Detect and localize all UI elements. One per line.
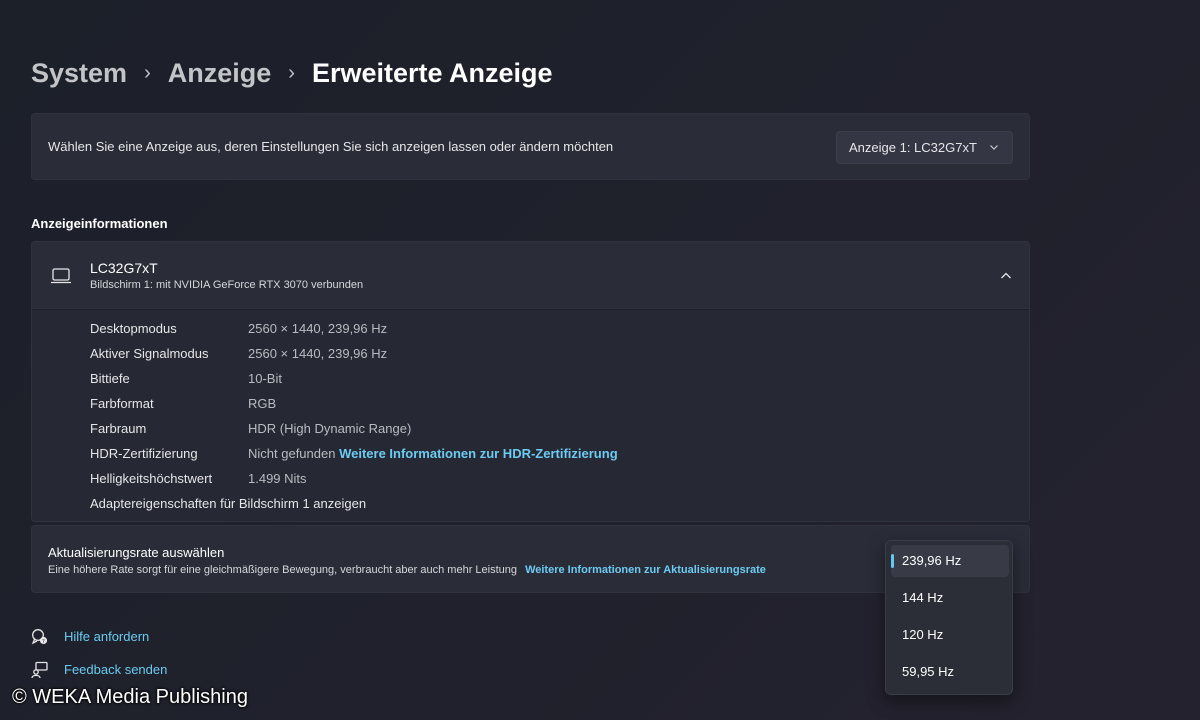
chevron-right-icon: › xyxy=(144,62,151,84)
svg-text:?: ? xyxy=(42,639,45,645)
section-title: Anzeigeinformationen xyxy=(31,216,168,231)
info-value: HDR (High Dynamic Range) xyxy=(248,421,412,436)
info-value: 1.499 Nits xyxy=(248,471,307,486)
monitor-info-details: Desktopmodus 2560 × 1440, 239,96 Hz Akti… xyxy=(31,309,1030,522)
refresh-rate-info-link[interactable]: Weitere Informationen zur Aktualisierung… xyxy=(525,564,766,576)
display-select-card: Wählen Sie eine Anzeige aus, deren Einst… xyxy=(31,113,1030,180)
refresh-rate-option[interactable]: 120 Hz xyxy=(891,619,1009,651)
refresh-rate-option[interactable]: 239,96 Hz xyxy=(891,545,1009,577)
feedback-link[interactable]: Feedback senden xyxy=(64,662,167,677)
hdr-info-link[interactable]: Weitere Informationen zur HDR-Zertifizie… xyxy=(339,446,618,461)
refresh-rate-description: Eine höhere Rate sorgt für eine gleichmä… xyxy=(48,564,766,576)
feedback-row[interactable]: Feedback senden xyxy=(31,661,167,679)
monitor-info-header[interactable]: LC32G7xT Bildschirm 1: mit NVIDIA GeForc… xyxy=(31,241,1030,309)
copyright-watermark: © WEKA Media Publishing xyxy=(12,686,248,708)
page-title: Erweiterte Anzeige xyxy=(311,58,553,88)
monitor-icon xyxy=(51,268,71,284)
refresh-rate-description-text: Eine höhere Rate sorgt für eine gleichmä… xyxy=(48,564,517,576)
info-key: Farbraum xyxy=(90,421,147,436)
info-value-with-link: Nicht gefunden Weitere Informationen zur… xyxy=(248,446,618,461)
help-link[interactable]: Hilfe anfordern xyxy=(64,629,149,644)
info-key: Helligkeitshöchstwert xyxy=(90,471,213,486)
info-value: 2560 × 1440, 239,96 Hz xyxy=(248,346,388,361)
refresh-rate-option[interactable]: 59,95 Hz xyxy=(891,656,1009,688)
display-select-label: Wählen Sie eine Anzeige aus, deren Einst… xyxy=(48,139,614,154)
chevron-down-icon xyxy=(990,145,998,150)
feedback-icon xyxy=(31,661,48,679)
monitor-name: LC32G7xT xyxy=(90,260,158,276)
info-value: RGB xyxy=(248,396,277,411)
info-value: 10-Bit xyxy=(248,371,282,386)
info-value: 2560 × 1440, 239,96 Hz xyxy=(248,321,388,336)
info-key: Desktopmodus xyxy=(90,321,177,336)
info-key: Farbformat xyxy=(90,396,154,411)
breadcrumb: System › Anzeige › Erweiterte Anzeige xyxy=(31,58,553,89)
refresh-rate-dropdown-menu: 239,96 Hz 144 Hz 120 Hz 59,95 Hz xyxy=(885,540,1013,695)
display-dropdown-value: Anzeige 1: LC32G7xT xyxy=(849,140,977,155)
breadcrumb-anzeige[interactable]: Anzeige xyxy=(168,58,272,89)
info-key: Aktiver Signalmodus xyxy=(90,346,209,361)
chevron-up-icon[interactable] xyxy=(999,269,1013,283)
adapter-properties-link[interactable]: Adaptereigenschaften für Bildschirm 1 an… xyxy=(90,496,366,511)
info-key: Bittiefe xyxy=(90,371,130,386)
info-key: HDR-Zertifizierung xyxy=(90,446,198,461)
monitor-subtitle: Bildschirm 1: mit NVIDIA GeForce RTX 307… xyxy=(90,279,364,291)
breadcrumb-system[interactable]: System xyxy=(31,58,127,89)
help-row[interactable]: ? Hilfe anfordern xyxy=(31,628,149,646)
display-dropdown[interactable]: Anzeige 1: LC32G7xT xyxy=(836,131,1013,164)
refresh-rate-option[interactable]: 144 Hz xyxy=(891,582,1009,614)
chevron-right-icon: › xyxy=(288,62,295,84)
help-icon: ? xyxy=(31,629,48,645)
refresh-rate-card: Aktualisierungsrate auswählen Eine höher… xyxy=(31,525,1030,593)
info-value: Nicht gefunden xyxy=(248,446,336,461)
refresh-rate-title: Aktualisierungsrate auswählen xyxy=(48,545,225,560)
